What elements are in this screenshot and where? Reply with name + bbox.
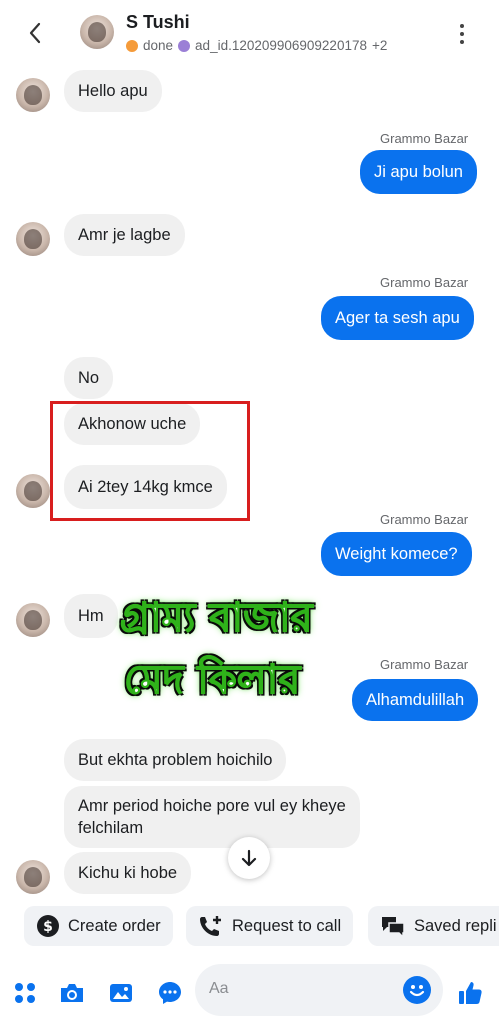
outgoing-message[interactable]: Ager ta sesh apu: [321, 296, 474, 340]
dollar-icon: $: [37, 915, 59, 937]
sender-avatar[interactable]: [16, 78, 50, 112]
ad-id-label: ad_id.120209906909220178: [195, 38, 367, 53]
sender-avatar[interactable]: [16, 603, 50, 637]
incoming-message[interactable]: Hm: [64, 594, 118, 638]
outgoing-message[interactable]: Ji apu bolun: [360, 150, 477, 194]
highlight-annotation-box: [50, 401, 250, 521]
overlay-brand-text: গ্রাম্য বাজার: [120, 595, 314, 642]
message-input-placeholder: Aa: [209, 980, 229, 997]
sender-name: Grammo Bazar: [380, 275, 469, 290]
message-line: felchilam: [78, 819, 144, 837]
sender-name: Grammo Bazar: [380, 657, 469, 672]
done-label: done: [143, 38, 174, 53]
saved-replies-label: Saved repli: [414, 916, 497, 935]
ad-label-dot: [178, 39, 191, 52]
back-button[interactable]: [22, 20, 48, 46]
svg-text:$: $: [43, 919, 53, 935]
sender-avatar[interactable]: [16, 860, 50, 894]
incoming-message-multiline[interactable]: Amr period hoiche pore vul ey kheye felc…: [64, 786, 360, 848]
done-label-dot: [126, 39, 138, 52]
conversation-header: S Tushi done ad_id.120209906909220178 +2: [0, 0, 499, 66]
chevron-left-icon: [29, 22, 41, 44]
incoming-message[interactable]: But ekhta problem hoichilo: [64, 739, 287, 781]
create-order-label: Create order: [68, 916, 161, 935]
sender-avatar[interactable]: [16, 222, 50, 256]
contact-name[interactable]: S Tushi: [126, 12, 190, 33]
camera-icon[interactable]: [57, 978, 87, 1008]
sender-name: Grammo Bazar: [380, 131, 469, 146]
sender-avatar[interactable]: [16, 474, 50, 508]
outgoing-message[interactable]: Alhamdulillah: [352, 679, 479, 721]
outgoing-message[interactable]: Weight komece?: [321, 532, 472, 576]
message-input[interactable]: Aa: [195, 964, 443, 1016]
create-order-button[interactable]: $ Create order: [24, 906, 173, 946]
request-to-call-button[interactable]: Request to call: [186, 906, 354, 946]
overlay-product-text: মেদ কিলার: [123, 657, 301, 704]
saved-replies-button[interactable]: Saved repli: [368, 906, 499, 946]
incoming-message[interactable]: Hello apu: [64, 70, 162, 112]
more-labels-count: +2: [371, 38, 388, 53]
incoming-message[interactable]: No: [64, 357, 114, 399]
phone-plus-icon: [200, 916, 221, 936]
request-to-call-label: Request to call: [232, 916, 342, 935]
arrow-down-icon: [241, 849, 257, 867]
messenger-chat-icon[interactable]: [155, 978, 185, 1008]
sender-name: Grammo Bazar: [380, 512, 469, 527]
contact-labels[interactable]: done ad_id.120209906909220178 +2: [126, 38, 387, 53]
photo-gallery-icon[interactable]: [106, 978, 136, 1008]
message-line: Amr period hoiche pore vul ey kheye: [78, 797, 346, 815]
like-thumbs-up-icon[interactable]: [455, 978, 485, 1008]
apps-grid-icon[interactable]: [10, 978, 40, 1008]
quick-actions-bar: $ Create order Request to call Saved rep…: [0, 906, 499, 946]
contact-avatar[interactable]: [80, 15, 114, 49]
incoming-message[interactable]: Amr je lagbe: [64, 214, 185, 256]
scroll-to-bottom-button[interactable]: [228, 837, 270, 879]
more-options-icon[interactable]: [452, 22, 472, 46]
incoming-message[interactable]: Kichu ki hobe: [64, 852, 192, 894]
chat-bubbles-icon: [382, 917, 405, 938]
emoji-icon[interactable]: [403, 976, 431, 1004]
